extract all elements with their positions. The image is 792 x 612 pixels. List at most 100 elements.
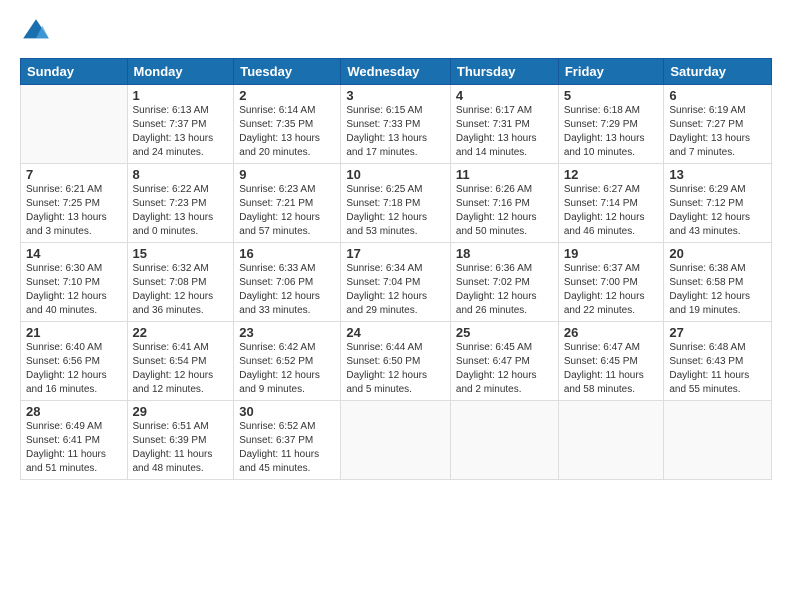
calendar-cell: 7Sunrise: 6:21 AMSunset: 7:25 PMDaylight… bbox=[21, 164, 128, 243]
day-info: Sunrise: 6:17 AMSunset: 7:31 PMDaylight:… bbox=[456, 104, 553, 160]
day-info: Sunrise: 6:21 AMSunset: 7:25 PMDaylight:… bbox=[26, 183, 122, 239]
calendar-cell: 13Sunrise: 6:29 AMSunset: 7:12 PMDayligh… bbox=[664, 164, 772, 243]
weekday-header: Wednesday bbox=[341, 59, 451, 85]
day-number: 21 bbox=[26, 325, 122, 340]
calendar-cell bbox=[21, 85, 128, 164]
day-number: 8 bbox=[133, 167, 229, 182]
day-info: Sunrise: 6:32 AMSunset: 7:08 PMDaylight:… bbox=[133, 262, 229, 318]
calendar-cell: 17Sunrise: 6:34 AMSunset: 7:04 PMDayligh… bbox=[341, 243, 451, 322]
day-info: Sunrise: 6:30 AMSunset: 7:10 PMDaylight:… bbox=[26, 262, 122, 318]
day-info: Sunrise: 6:34 AMSunset: 7:04 PMDaylight:… bbox=[346, 262, 445, 318]
calendar-week-row: 14Sunrise: 6:30 AMSunset: 7:10 PMDayligh… bbox=[21, 243, 772, 322]
day-info: Sunrise: 6:49 AMSunset: 6:41 PMDaylight:… bbox=[26, 420, 122, 476]
day-info: Sunrise: 6:26 AMSunset: 7:16 PMDaylight:… bbox=[456, 183, 553, 239]
calendar-cell: 1Sunrise: 6:13 AMSunset: 7:37 PMDaylight… bbox=[127, 85, 234, 164]
calendar-week-row: 1Sunrise: 6:13 AMSunset: 7:37 PMDaylight… bbox=[21, 85, 772, 164]
calendar-cell: 12Sunrise: 6:27 AMSunset: 7:14 PMDayligh… bbox=[558, 164, 664, 243]
day-number: 3 bbox=[346, 88, 445, 103]
day-info: Sunrise: 6:29 AMSunset: 7:12 PMDaylight:… bbox=[669, 183, 766, 239]
calendar-week-row: 21Sunrise: 6:40 AMSunset: 6:56 PMDayligh… bbox=[21, 322, 772, 401]
calendar-cell: 19Sunrise: 6:37 AMSunset: 7:00 PMDayligh… bbox=[558, 243, 664, 322]
day-number: 26 bbox=[564, 325, 659, 340]
calendar-cell: 25Sunrise: 6:45 AMSunset: 6:47 PMDayligh… bbox=[450, 322, 558, 401]
calendar-week-row: 28Sunrise: 6:49 AMSunset: 6:41 PMDayligh… bbox=[21, 401, 772, 480]
day-number: 15 bbox=[133, 246, 229, 261]
calendar-cell: 14Sunrise: 6:30 AMSunset: 7:10 PMDayligh… bbox=[21, 243, 128, 322]
day-number: 30 bbox=[239, 404, 335, 419]
day-info: Sunrise: 6:18 AMSunset: 7:29 PMDaylight:… bbox=[564, 104, 659, 160]
day-info: Sunrise: 6:19 AMSunset: 7:27 PMDaylight:… bbox=[669, 104, 766, 160]
calendar-cell bbox=[450, 401, 558, 480]
day-info: Sunrise: 6:40 AMSunset: 6:56 PMDaylight:… bbox=[26, 341, 122, 397]
day-number: 16 bbox=[239, 246, 335, 261]
calendar-cell: 24Sunrise: 6:44 AMSunset: 6:50 PMDayligh… bbox=[341, 322, 451, 401]
day-number: 18 bbox=[456, 246, 553, 261]
calendar-cell: 8Sunrise: 6:22 AMSunset: 7:23 PMDaylight… bbox=[127, 164, 234, 243]
calendar-cell: 23Sunrise: 6:42 AMSunset: 6:52 PMDayligh… bbox=[234, 322, 341, 401]
weekday-header: Saturday bbox=[664, 59, 772, 85]
weekday-header: Sunday bbox=[21, 59, 128, 85]
calendar-cell: 27Sunrise: 6:48 AMSunset: 6:43 PMDayligh… bbox=[664, 322, 772, 401]
calendar-cell: 3Sunrise: 6:15 AMSunset: 7:33 PMDaylight… bbox=[341, 85, 451, 164]
day-number: 5 bbox=[564, 88, 659, 103]
day-number: 11 bbox=[456, 167, 553, 182]
calendar-cell bbox=[341, 401, 451, 480]
day-info: Sunrise: 6:51 AMSunset: 6:39 PMDaylight:… bbox=[133, 420, 229, 476]
calendar: SundayMondayTuesdayWednesdayThursdayFrid… bbox=[20, 58, 772, 480]
day-number: 6 bbox=[669, 88, 766, 103]
header bbox=[20, 16, 772, 48]
calendar-cell: 28Sunrise: 6:49 AMSunset: 6:41 PMDayligh… bbox=[21, 401, 128, 480]
calendar-cell: 30Sunrise: 6:52 AMSunset: 6:37 PMDayligh… bbox=[234, 401, 341, 480]
calendar-cell bbox=[664, 401, 772, 480]
day-number: 14 bbox=[26, 246, 122, 261]
calendar-cell: 2Sunrise: 6:14 AMSunset: 7:35 PMDaylight… bbox=[234, 85, 341, 164]
page: SundayMondayTuesdayWednesdayThursdayFrid… bbox=[0, 0, 792, 612]
day-info: Sunrise: 6:38 AMSunset: 6:58 PMDaylight:… bbox=[669, 262, 766, 318]
day-info: Sunrise: 6:13 AMSunset: 7:37 PMDaylight:… bbox=[133, 104, 229, 160]
calendar-cell: 26Sunrise: 6:47 AMSunset: 6:45 PMDayligh… bbox=[558, 322, 664, 401]
logo bbox=[20, 16, 54, 48]
day-info: Sunrise: 6:36 AMSunset: 7:02 PMDaylight:… bbox=[456, 262, 553, 318]
weekday-header: Monday bbox=[127, 59, 234, 85]
day-info: Sunrise: 6:42 AMSunset: 6:52 PMDaylight:… bbox=[239, 341, 335, 397]
calendar-cell: 29Sunrise: 6:51 AMSunset: 6:39 PMDayligh… bbox=[127, 401, 234, 480]
calendar-cell: 22Sunrise: 6:41 AMSunset: 6:54 PMDayligh… bbox=[127, 322, 234, 401]
day-number: 1 bbox=[133, 88, 229, 103]
weekday-header: Thursday bbox=[450, 59, 558, 85]
calendar-cell: 4Sunrise: 6:17 AMSunset: 7:31 PMDaylight… bbox=[450, 85, 558, 164]
calendar-cell bbox=[558, 401, 664, 480]
calendar-cell: 5Sunrise: 6:18 AMSunset: 7:29 PMDaylight… bbox=[558, 85, 664, 164]
calendar-cell: 6Sunrise: 6:19 AMSunset: 7:27 PMDaylight… bbox=[664, 85, 772, 164]
day-number: 17 bbox=[346, 246, 445, 261]
calendar-cell: 10Sunrise: 6:25 AMSunset: 7:18 PMDayligh… bbox=[341, 164, 451, 243]
day-number: 22 bbox=[133, 325, 229, 340]
day-info: Sunrise: 6:47 AMSunset: 6:45 PMDaylight:… bbox=[564, 341, 659, 397]
day-number: 7 bbox=[26, 167, 122, 182]
calendar-cell: 16Sunrise: 6:33 AMSunset: 7:06 PMDayligh… bbox=[234, 243, 341, 322]
day-number: 27 bbox=[669, 325, 766, 340]
calendar-cell: 21Sunrise: 6:40 AMSunset: 6:56 PMDayligh… bbox=[21, 322, 128, 401]
calendar-cell: 9Sunrise: 6:23 AMSunset: 7:21 PMDaylight… bbox=[234, 164, 341, 243]
day-info: Sunrise: 6:44 AMSunset: 6:50 PMDaylight:… bbox=[346, 341, 445, 397]
day-number: 20 bbox=[669, 246, 766, 261]
logo-icon bbox=[20, 16, 52, 48]
day-number: 24 bbox=[346, 325, 445, 340]
day-info: Sunrise: 6:52 AMSunset: 6:37 PMDaylight:… bbox=[239, 420, 335, 476]
weekday-header: Tuesday bbox=[234, 59, 341, 85]
day-info: Sunrise: 6:41 AMSunset: 6:54 PMDaylight:… bbox=[133, 341, 229, 397]
day-info: Sunrise: 6:15 AMSunset: 7:33 PMDaylight:… bbox=[346, 104, 445, 160]
day-number: 19 bbox=[564, 246, 659, 261]
day-number: 10 bbox=[346, 167, 445, 182]
calendar-cell: 20Sunrise: 6:38 AMSunset: 6:58 PMDayligh… bbox=[664, 243, 772, 322]
calendar-cell: 15Sunrise: 6:32 AMSunset: 7:08 PMDayligh… bbox=[127, 243, 234, 322]
day-number: 25 bbox=[456, 325, 553, 340]
day-info: Sunrise: 6:27 AMSunset: 7:14 PMDaylight:… bbox=[564, 183, 659, 239]
calendar-cell: 11Sunrise: 6:26 AMSunset: 7:16 PMDayligh… bbox=[450, 164, 558, 243]
day-info: Sunrise: 6:14 AMSunset: 7:35 PMDaylight:… bbox=[239, 104, 335, 160]
weekday-header-row: SundayMondayTuesdayWednesdayThursdayFrid… bbox=[21, 59, 772, 85]
day-number: 4 bbox=[456, 88, 553, 103]
day-number: 12 bbox=[564, 167, 659, 182]
day-info: Sunrise: 6:25 AMSunset: 7:18 PMDaylight:… bbox=[346, 183, 445, 239]
day-info: Sunrise: 6:22 AMSunset: 7:23 PMDaylight:… bbox=[133, 183, 229, 239]
day-info: Sunrise: 6:45 AMSunset: 6:47 PMDaylight:… bbox=[456, 341, 553, 397]
